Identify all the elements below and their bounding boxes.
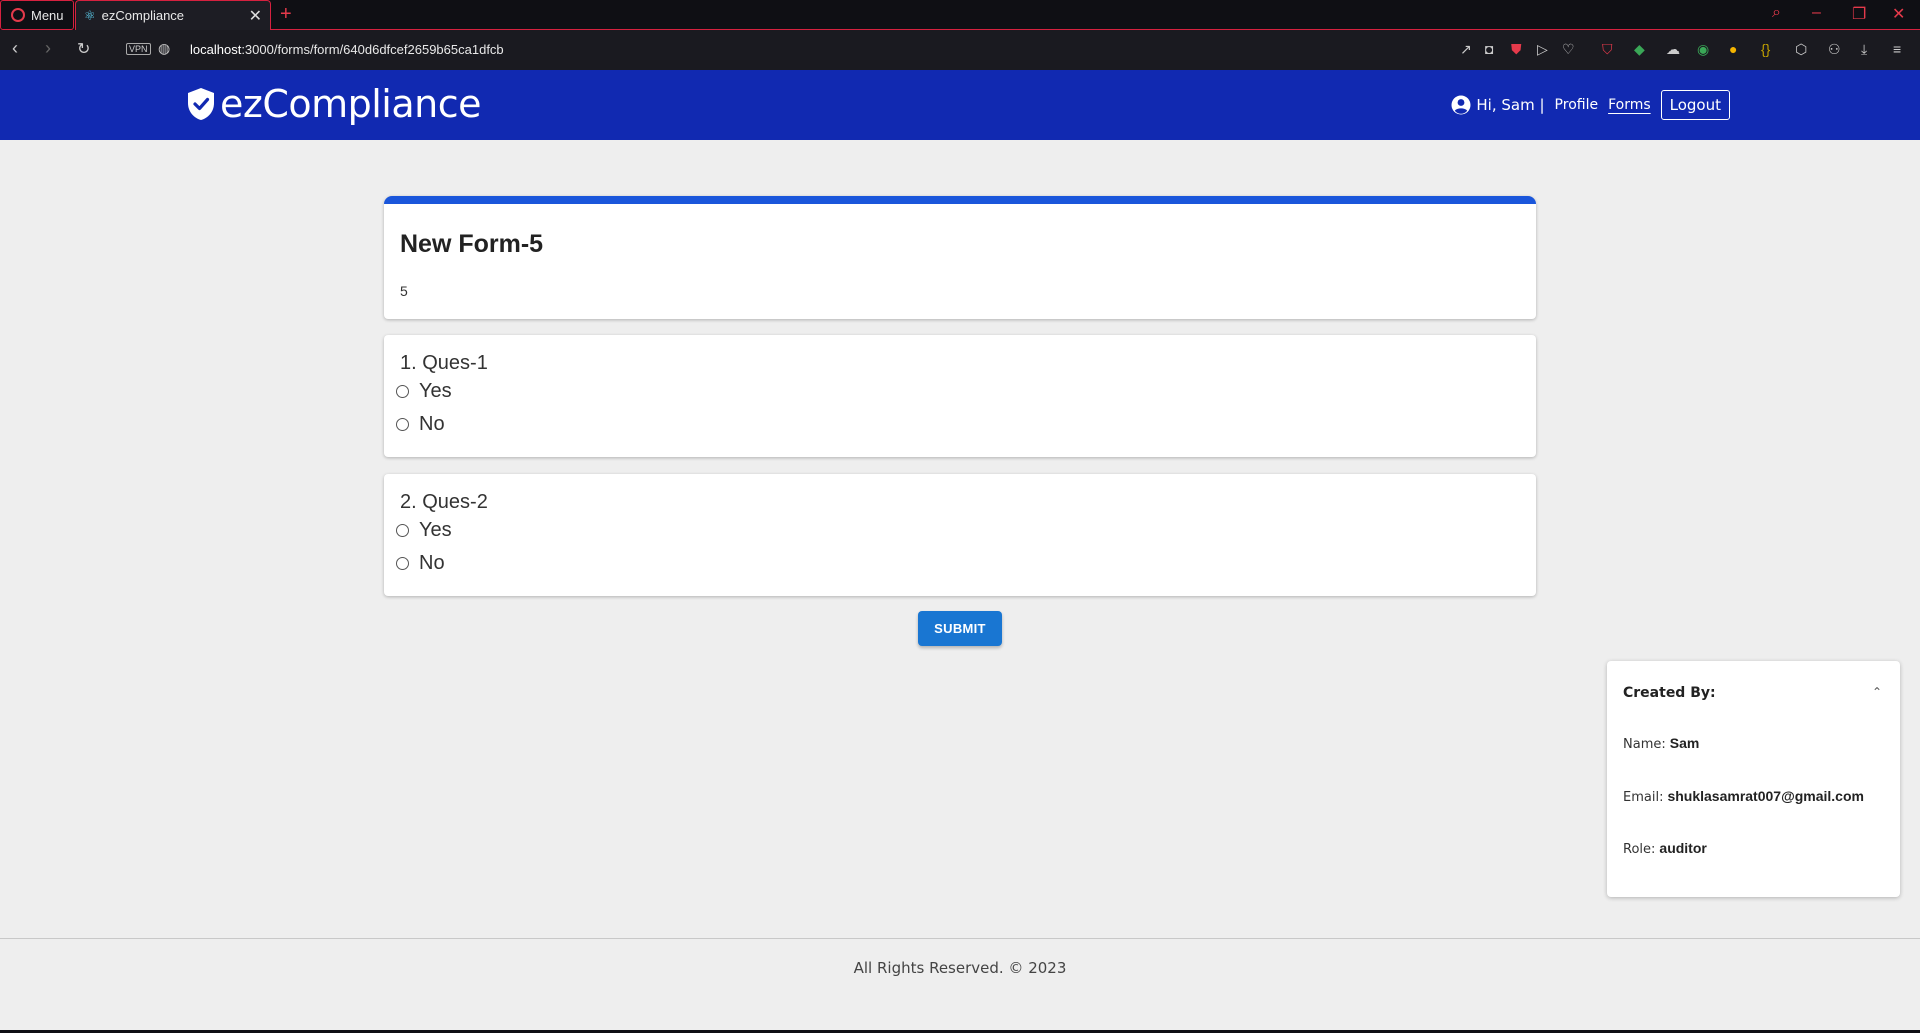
created-by-panel: Created By: ⌃ Name: Sam Email: shuklasamra… [1607,661,1900,897]
back-icon[interactable]: ‹ [12,38,18,59]
reload-icon[interactable]: ↻ [77,39,90,59]
search-icon[interactable]: ⌕ [1772,4,1781,22]
vpn-badge[interactable]: VPN [126,43,151,55]
cube-icon[interactable]: ⬡ [1795,41,1807,58]
nav-forms-link[interactable]: Forms [1608,97,1651,113]
question-card: 2. Ques-2 Yes No [384,474,1536,596]
creator-email-value: shuklasamrat007@gmail.com [1667,788,1864,804]
url-field[interactable]: localhost:3000/forms/form/640d6dfcef2659… [190,42,504,57]
question-2-option-yes[interactable]: Yes [396,519,452,542]
form-title: New Form-5 [400,230,544,258]
brand-logo[interactable]: ezCompliance [186,82,482,126]
creator-name-value: Sam [1669,735,1700,751]
heart-icon[interactable]: ♡ [1562,41,1575,58]
close-window-icon[interactable]: ✕ [1892,4,1905,24]
tab-close-icon[interactable]: ✕ [249,6,262,26]
brand-name: ezCompliance [220,82,482,126]
app-header: ezCompliance Hi, Sam | Profile Forms Log… [0,70,1920,140]
restore-icon[interactable]: ❐ [1852,4,1866,24]
submit-button[interactable]: SUBMIT [918,611,1002,646]
footer-divider [0,938,1920,939]
user-greeting: Hi, Sam | [1476,96,1545,114]
question-2-option-no[interactable]: No [396,552,445,575]
shield-check-icon [188,88,214,120]
option-label: No [419,413,445,435]
option-label: Yes [419,380,452,402]
nav-profile-link[interactable]: Profile [1555,97,1599,113]
browser-menu-label: Menu [31,7,64,23]
site-info-icon[interactable]: ◍ [158,40,170,57]
chevron-up-icon[interactable]: ⌃ [1872,685,1882,699]
extension-badge-icon[interactable]: ☁ [1666,41,1680,58]
shield-extension-icon[interactable]: ⛊ [1511,41,1522,58]
option-label: No [419,552,445,574]
download-icon[interactable]: ⤓ [1861,41,1867,58]
radio-button[interactable] [396,524,409,537]
user-circle-icon [1451,95,1471,115]
ublock-icon[interactable]: ⛉ [1602,41,1613,58]
form-description: 5 [400,283,408,299]
account-icon[interactable]: ⚇ [1828,41,1841,58]
browser-tab-bar: Menu ⚛ ezCompliance ✕ + ⌕ – ❐ ✕ [0,0,1920,30]
question-1-option-no[interactable]: No [396,413,445,436]
option-label: Yes [419,519,452,541]
browser-address-bar: ‹ › ↻ VPN ◍ localhost:3000/forms/form/64… [0,30,1920,70]
url-path: :3000/forms/form/640d6dfcef2659b65ca1dfc… [241,42,504,57]
camera-icon[interactable]: ◘ [1485,41,1493,57]
question-label: 1. Ques-1 [400,352,488,374]
form-title-card: New Form-5 5 [384,196,1536,319]
url-host: localhost [190,42,242,57]
send-icon[interactable]: ▷ [1537,41,1548,58]
forward-icon[interactable]: › [45,38,51,59]
extension-colorful-icon[interactable]: ◆ [1634,41,1645,58]
new-tab-icon[interactable]: + [280,3,292,26]
extension-yellow-icon[interactable]: ● [1729,41,1737,57]
radio-button[interactable] [396,557,409,570]
creator-role-value: auditor [1659,840,1707,856]
creator-name-label: Name: [1623,737,1666,752]
question-card: 1. Ques-1 Yes No [384,335,1536,457]
extension-braces-icon[interactable]: {} [1761,41,1770,57]
creator-role-label: Role: [1623,842,1656,857]
question-label: 2. Ques-2 [400,491,488,513]
extension-circle-icon[interactable]: ◉ [1697,41,1709,58]
creator-name-row: Name: Sam [1623,735,1699,752]
footer-text: All Rights Reserved. © 2023 [853,959,1067,977]
radio-button[interactable] [396,418,409,431]
minimize-icon[interactable]: – [1812,4,1821,22]
browser-menu-button[interactable]: Menu [0,0,74,30]
creator-role-row: Role: auditor [1623,840,1707,857]
created-by-heading: Created By: [1623,685,1716,701]
browser-tab-title: ezCompliance [101,8,185,23]
question-1-option-yes[interactable]: Yes [396,380,452,403]
radio-button[interactable] [396,385,409,398]
creator-email-label: Email: [1623,790,1664,805]
react-favicon-icon: ⚛ [84,7,96,23]
opera-logo-icon [11,8,25,22]
logout-button[interactable]: Logout [1660,90,1730,120]
header-nav: Hi, Sam | Profile Forms Logout [1451,90,1730,120]
creator-email-row: Email: shuklasamrat007@gmail.com [1623,788,1864,805]
share-icon[interactable]: ↗ [1460,41,1472,58]
easy-setup-icon[interactable]: ≡ [1893,41,1901,57]
browser-tab-active[interactable]: ⚛ ezCompliance ✕ [75,0,271,30]
